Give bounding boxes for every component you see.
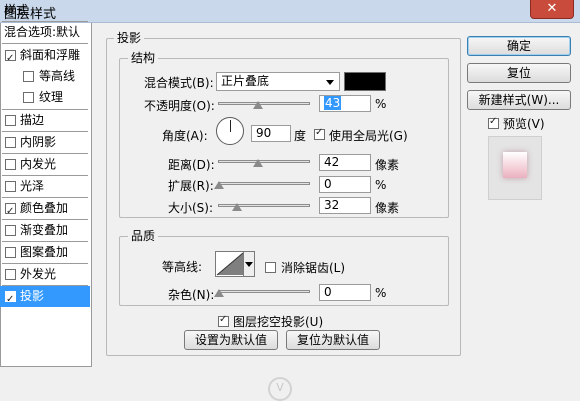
contour-picker[interactable] bbox=[215, 251, 255, 277]
distance-slider-track[interactable] bbox=[218, 160, 310, 163]
satin-checkbox[interactable] bbox=[5, 181, 16, 192]
contour-checkbox[interactable] bbox=[23, 71, 34, 82]
sidebar-item-stroke[interactable]: 描边 bbox=[0, 110, 90, 131]
drop-shadow-checkbox[interactable] bbox=[5, 289, 16, 307]
noise-slider-track[interactable] bbox=[218, 290, 310, 293]
drop-shadow-title: 投影 bbox=[114, 31, 145, 45]
chevron-down-icon bbox=[245, 262, 253, 267]
knockout-checkbox[interactable] bbox=[218, 314, 229, 327]
inner-shadow-checkbox[interactable] bbox=[5, 137, 16, 148]
angle-needle bbox=[230, 120, 231, 132]
blend-mode-label: 混合模式(B): bbox=[144, 76, 214, 90]
preview-label: 预览(V) bbox=[503, 117, 545, 131]
size-label: 大小(S): bbox=[168, 201, 214, 215]
spread-label: 扩展(R): bbox=[168, 179, 214, 193]
shadow-color-swatch[interactable] bbox=[344, 72, 386, 91]
size-input[interactable]: 32 bbox=[319, 197, 371, 214]
pattern-overlay-checkbox[interactable] bbox=[5, 247, 16, 258]
sidebar-item-label: 图案叠加 bbox=[20, 245, 69, 259]
style-preview bbox=[488, 136, 542, 200]
reset-default-button[interactable]: 复位为默认值 bbox=[286, 330, 380, 350]
sidebar-item-label: 内阴影 bbox=[20, 135, 57, 149]
anti-alias-label: 消除锯齿(L) bbox=[281, 261, 346, 275]
sidebar-item-satin[interactable]: 光泽 bbox=[0, 176, 90, 197]
distance-label: 距离(D): bbox=[168, 158, 215, 172]
sidebar-item-color-overlay[interactable]: 颜色叠加 bbox=[0, 198, 90, 219]
noise-label: 杂色(N): bbox=[168, 288, 215, 302]
opacity-label: 不透明度(O): bbox=[144, 99, 215, 113]
preview-checkbox[interactable] bbox=[488, 116, 499, 129]
sidebar-item-label: 斜面和浮雕 bbox=[20, 48, 81, 62]
angle-dial[interactable] bbox=[216, 117, 244, 145]
stroke-checkbox[interactable] bbox=[5, 115, 16, 126]
blend-mode-value: 正片叠底 bbox=[221, 74, 270, 88]
sidebar-item-contour[interactable]: 等高线 bbox=[0, 66, 90, 87]
color-overlay-checkbox[interactable] bbox=[5, 201, 16, 219]
opacity-slider-thumb[interactable] bbox=[253, 101, 263, 109]
sidebar-item-inner-glow[interactable]: 内发光 bbox=[0, 154, 90, 175]
angle-input[interactable]: 90 bbox=[251, 125, 291, 142]
noise-input[interactable]: 0 bbox=[319, 284, 371, 301]
structure-title: 结构 bbox=[128, 51, 159, 65]
spread-slider-thumb[interactable] bbox=[214, 181, 224, 189]
sidebar-item-gradient-overlay[interactable]: 渐变叠加 bbox=[0, 220, 90, 241]
sidebar-item-label: 外发光 bbox=[20, 267, 57, 281]
blending-options-item[interactable]: 混合选项:默认 bbox=[0, 22, 94, 43]
quality-title: 品质 bbox=[128, 229, 159, 243]
reset-button[interactable]: 复位 bbox=[467, 63, 571, 83]
ok-button[interactable]: 确定 bbox=[467, 36, 571, 56]
sidebar-item-label: 渐变叠加 bbox=[20, 223, 69, 237]
sidebar-item-label: 投影 bbox=[20, 289, 45, 303]
spread-input[interactable]: 0 bbox=[319, 176, 371, 193]
sidebar-item-texture[interactable]: 纹理 bbox=[0, 87, 90, 108]
watermark-logo: V bbox=[268, 377, 292, 401]
sidebar-item-bevel-emboss[interactable]: 斜面和浮雕 bbox=[0, 45, 90, 66]
opacity-slider-track[interactable] bbox=[218, 102, 310, 105]
anti-alias-checkbox[interactable] bbox=[265, 262, 276, 273]
sidebar-item-label: 等高线 bbox=[39, 69, 76, 83]
sidebar-item-label: 光泽 bbox=[20, 179, 45, 193]
sidebar-item-drop-shadow[interactable]: 投影 bbox=[0, 286, 90, 307]
sidebar-item-label: 纹理 bbox=[39, 90, 64, 104]
sidebar-item-label: 内发光 bbox=[20, 157, 57, 171]
styles-list: 样式 混合选项:默认 斜面和浮雕 等高线 纹理 描边 内阴影 内发光 光泽 颜色… bbox=[0, 0, 92, 367]
outer-glow-checkbox[interactable] bbox=[5, 269, 16, 280]
bevel-checkbox[interactable] bbox=[5, 48, 16, 66]
styles-header[interactable]: 样式 bbox=[0, 0, 94, 21]
knockout-label: 图层挖空投影(U) bbox=[233, 315, 324, 329]
divider bbox=[2, 43, 88, 44]
contour-curve-icon bbox=[216, 252, 244, 276]
chevron-down-icon bbox=[326, 80, 334, 85]
blend-mode-select[interactable]: 正片叠底 bbox=[216, 72, 340, 91]
contour-label: 等高线: bbox=[162, 260, 203, 274]
gradient-overlay-checkbox[interactable] bbox=[5, 225, 16, 236]
close-button[interactable]: ✕ bbox=[530, 0, 574, 19]
noise-unit: % bbox=[375, 286, 387, 300]
sidebar-item-pattern-overlay[interactable]: 图案叠加 bbox=[0, 242, 90, 263]
spread-unit: % bbox=[375, 178, 387, 192]
texture-checkbox[interactable] bbox=[23, 92, 34, 103]
preview-swatch bbox=[503, 152, 527, 178]
distance-unit: 像素 bbox=[375, 158, 400, 172]
spread-slider-track[interactable] bbox=[218, 182, 310, 185]
sidebar-item-outer-glow[interactable]: 外发光 bbox=[0, 264, 90, 285]
global-light-checkbox[interactable] bbox=[314, 127, 325, 140]
global-light-label: 使用全局光(G) bbox=[329, 129, 408, 143]
size-slider-thumb[interactable] bbox=[232, 203, 242, 211]
size-unit: 像素 bbox=[375, 201, 400, 215]
distance-input[interactable]: 42 bbox=[319, 154, 371, 171]
angle-label: 角度(A): bbox=[162, 129, 208, 143]
sidebar-item-label: 描边 bbox=[20, 113, 45, 127]
inner-glow-checkbox[interactable] bbox=[5, 159, 16, 170]
contour-dropdown[interactable] bbox=[243, 252, 254, 276]
sidebar-item-label: 颜色叠加 bbox=[20, 201, 69, 215]
make-default-button[interactable]: 设置为默认值 bbox=[184, 330, 278, 350]
opacity-input[interactable]: 43 bbox=[319, 95, 371, 112]
new-style-button[interactable]: 新建样式(W)... bbox=[467, 90, 571, 110]
sidebar-item-inner-shadow[interactable]: 内阴影 bbox=[0, 132, 90, 153]
opacity-unit: % bbox=[375, 97, 387, 111]
distance-slider-thumb[interactable] bbox=[253, 159, 263, 167]
noise-slider-thumb[interactable] bbox=[214, 289, 224, 297]
angle-unit: 度 bbox=[294, 129, 307, 143]
